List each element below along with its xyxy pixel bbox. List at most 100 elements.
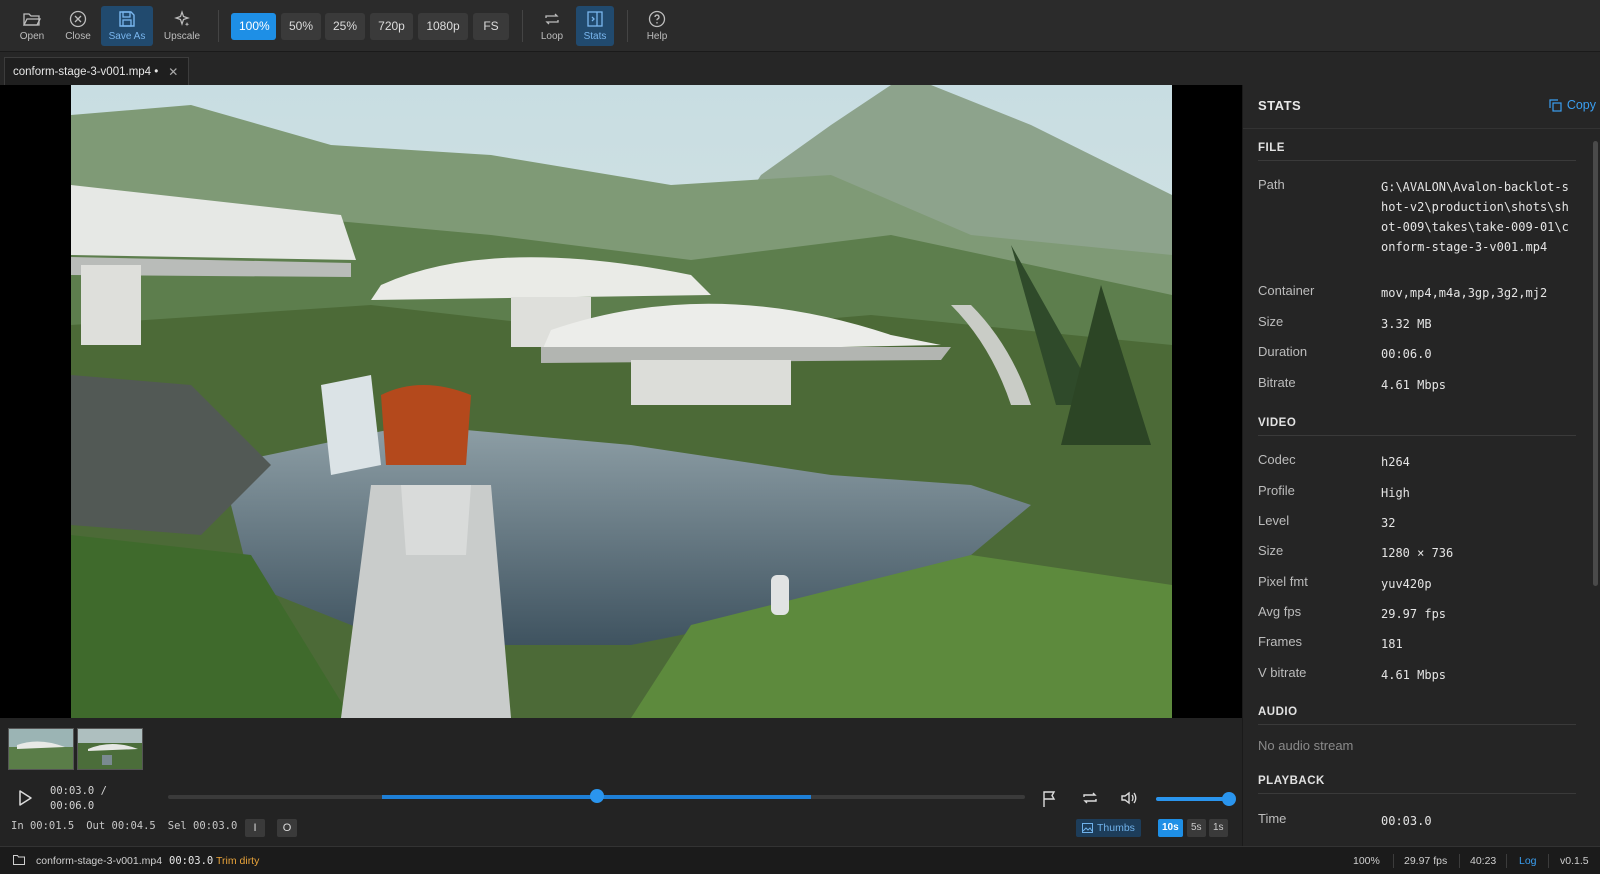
playhead-handle[interactable] bbox=[589, 789, 604, 803]
stat-value: yuv420p bbox=[1381, 577, 1432, 591]
play-button[interactable] bbox=[16, 789, 34, 812]
folder-open-icon bbox=[23, 9, 41, 29]
log-link[interactable]: Log bbox=[1519, 855, 1537, 867]
copy-button[interactable]: Copy bbox=[1549, 98, 1596, 112]
status-divider bbox=[1459, 854, 1460, 868]
thumbs-toggle-button[interactable]: Thumbs bbox=[1076, 819, 1141, 837]
stats-scrollbar[interactable] bbox=[1593, 141, 1598, 586]
save-icon bbox=[118, 9, 136, 29]
help-label: Help bbox=[646, 31, 668, 42]
zoom-25-button[interactable]: 25% bbox=[325, 13, 365, 40]
loop-label: Loop bbox=[540, 31, 564, 42]
video-viewer[interactable] bbox=[0, 85, 1242, 718]
tab-strip: conform-stage-3-v001.mp4 • ✕ bbox=[0, 52, 1600, 85]
stat-key: Level bbox=[1258, 513, 1290, 528]
status-divider bbox=[1548, 854, 1549, 868]
time-current: 00:03.0 / bbox=[50, 785, 107, 797]
stat-value: 00:03.0 bbox=[1381, 814, 1432, 828]
copy-label: Copy bbox=[1566, 98, 1596, 112]
stats-panel: STATS Copy FILE Path G:\AVALON\Avalon-bac… bbox=[1242, 85, 1600, 846]
save-as-button[interactable]: Save As bbox=[101, 6, 153, 46]
toolbar-divider bbox=[627, 10, 628, 42]
span-10s-button[interactable]: 10s bbox=[1158, 819, 1183, 837]
stats-label: Stats bbox=[583, 31, 607, 42]
status-divider bbox=[1506, 854, 1507, 868]
stat-value: High bbox=[1381, 486, 1410, 500]
open-button[interactable]: Open bbox=[14, 6, 50, 46]
stat-key: Frames bbox=[1258, 634, 1303, 649]
zoom-50-button[interactable]: 50% bbox=[281, 13, 321, 40]
no-audio-text: No audio stream bbox=[1258, 738, 1354, 753]
panel-right-icon bbox=[586, 9, 604, 29]
set-out-button[interactable]: O bbox=[277, 819, 297, 837]
repeat-icon bbox=[1083, 792, 1097, 804]
sparkles-icon bbox=[173, 9, 191, 29]
status-aspect: 40:23 bbox=[1470, 855, 1497, 867]
close-button[interactable]: Close bbox=[60, 6, 96, 46]
status-time: 00:03.0 bbox=[169, 855, 214, 867]
section-playback: PLAYBACK bbox=[1258, 775, 1576, 794]
marker-button[interactable] bbox=[1042, 790, 1058, 813]
stat-key: Duration bbox=[1258, 344, 1308, 359]
save-as-label: Save As bbox=[108, 31, 146, 42]
close-circle-icon bbox=[69, 9, 87, 29]
mute-button[interactable] bbox=[1120, 790, 1138, 811]
help-icon bbox=[648, 9, 666, 29]
tab-close-icon[interactable]: ✕ bbox=[168, 65, 178, 79]
stat-value: 29.97 fps bbox=[1381, 607, 1447, 621]
stat-value: G:\AVALON\Avalon-backlot-shot-v2\product… bbox=[1381, 180, 1569, 254]
thumbnail-1[interactable] bbox=[8, 728, 74, 770]
status-fps: 29.97 fps bbox=[1404, 855, 1448, 867]
set-in-button[interactable]: I bbox=[245, 819, 265, 837]
section-video: VIDEO bbox=[1258, 417, 1576, 436]
stat-value: 181 bbox=[1381, 637, 1403, 651]
time-readout: 00:03.0 / 00:06.0 bbox=[50, 784, 107, 814]
stat-key: V bitrate bbox=[1258, 665, 1307, 680]
status-divider bbox=[1393, 854, 1394, 868]
stat-value: 1280 × 736 bbox=[1381, 546, 1454, 560]
play-icon bbox=[19, 790, 32, 806]
time-total: 00:06.0 bbox=[50, 800, 95, 812]
section-file: FILE bbox=[1258, 142, 1576, 161]
loop-icon bbox=[543, 9, 561, 29]
fullscreen-button[interactable]: FS bbox=[473, 13, 509, 40]
stat-value: 3.32 MB bbox=[1381, 317, 1432, 331]
loop-toggle-button[interactable] bbox=[1081, 790, 1099, 811]
zoom-720p-button[interactable]: 720p bbox=[370, 13, 413, 40]
span-5s-button[interactable]: 5s bbox=[1187, 819, 1206, 837]
stat-value: mov,mp4,m4a,3gp,3g2,mj2 bbox=[1381, 286, 1548, 300]
section-audio: AUDIO bbox=[1258, 706, 1576, 725]
help-button[interactable]: Help bbox=[643, 6, 671, 46]
volume-handle[interactable] bbox=[1222, 792, 1236, 806]
stats-button[interactable]: Stats bbox=[576, 6, 614, 46]
in-out-readout: In 00:01.5 Out 00:04.5 Sel 00:03.0 bbox=[11, 820, 237, 832]
tab-title: conform-stage-3-v001.mp4 • bbox=[13, 65, 159, 78]
thumbs-label: Thumbs bbox=[1097, 822, 1135, 834]
upscale-button[interactable]: Upscale bbox=[163, 6, 201, 46]
loop-button[interactable]: Loop bbox=[537, 6, 567, 46]
app-version: v0.1.5 bbox=[1560, 855, 1589, 867]
timeline-scrubber[interactable] bbox=[168, 789, 1025, 803]
stat-value: h264 bbox=[1381, 455, 1410, 469]
thumbnail-2[interactable] bbox=[77, 728, 143, 770]
stat-key: Profile bbox=[1258, 483, 1295, 498]
stat-key: Bitrate bbox=[1258, 375, 1296, 390]
zoom-1080p-button[interactable]: 1080p bbox=[418, 13, 468, 40]
in-point: In 00:01.5 bbox=[11, 820, 75, 832]
stat-key: Container bbox=[1258, 283, 1315, 298]
image-icon bbox=[1082, 823, 1093, 833]
zoom-100-button[interactable]: 100% bbox=[231, 13, 276, 40]
selection-length: Sel 00:03.0 bbox=[167, 820, 238, 832]
stat-key: Pixel fmt bbox=[1258, 574, 1308, 589]
out-point: Out 00:04.5 bbox=[86, 820, 156, 832]
tab-file[interactable]: conform-stage-3-v001.mp4 • ✕ bbox=[4, 57, 190, 85]
stat-value: 00:06.0 bbox=[1381, 347, 1432, 361]
volume-slider[interactable] bbox=[1156, 792, 1236, 806]
video-frame[interactable] bbox=[71, 85, 1172, 718]
span-1s-button[interactable]: 1s bbox=[1209, 819, 1228, 837]
upscale-label: Upscale bbox=[163, 31, 201, 42]
stat-key: Codec bbox=[1258, 452, 1296, 467]
stat-key: Size bbox=[1258, 543, 1284, 558]
status-filename: conform-stage-3-v001.mp4 bbox=[36, 855, 163, 867]
stat-key: Path bbox=[1258, 177, 1285, 192]
